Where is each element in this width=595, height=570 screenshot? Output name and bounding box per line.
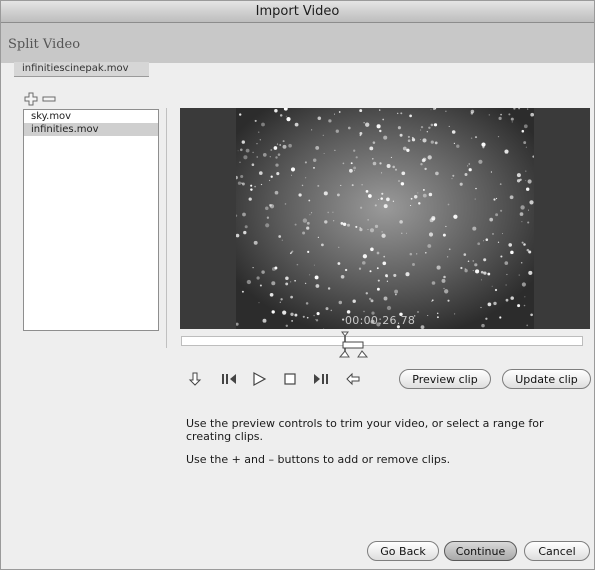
instructions: Use the preview controls to trim your vi… <box>186 417 581 476</box>
go-to-start-icon[interactable] <box>186 370 204 388</box>
timeline-scrubber[interactable] <box>181 336 583 346</box>
instruction-trim: Use the preview controls to trim your vi… <box>186 417 544 443</box>
transport-controls <box>186 370 366 388</box>
video-preview[interactable]: 00:00:26.78 <box>180 108 590 329</box>
page-title: Split Video <box>8 37 81 52</box>
import-video-window: Import Video Split Video infinitiescinep… <box>0 0 595 570</box>
file-tab[interactable]: infinitiescinepak.mov <box>14 62 149 77</box>
file-tab-label: infinitiescinepak.mov <box>22 63 129 74</box>
window-title: Import Video <box>255 4 340 19</box>
step-forward-icon[interactable] <box>312 370 330 388</box>
go-to-end-icon[interactable] <box>344 370 362 388</box>
clip-add-remove-controls <box>24 92 64 106</box>
clip-list-item-infinities[interactable]: infinities.mov <box>24 123 158 136</box>
title-bar[interactable]: Import Video <box>0 0 595 23</box>
update-clip-button[interactable]: Update clip <box>502 369 591 389</box>
step-back-icon[interactable] <box>220 370 238 388</box>
instruction-add-remove: Use the + and – buttons to add or remove… <box>186 453 451 466</box>
split-video-header: Split Video <box>0 23 595 63</box>
timecode-readout: 00:00:26.78 <box>345 314 416 327</box>
clip-list[interactable]: sky.mov infinities.mov <box>23 109 159 331</box>
play-icon[interactable] <box>250 370 268 388</box>
clip-list-item-sky[interactable]: sky.mov <box>24 110 158 123</box>
stop-icon[interactable] <box>281 370 299 388</box>
cancel-button[interactable]: Cancel <box>524 541 590 561</box>
starfield-video-frame <box>236 108 534 329</box>
panel-divider <box>166 108 167 348</box>
go-back-button[interactable]: Go Back <box>367 541 439 561</box>
minus-icon[interactable] <box>42 92 56 106</box>
playhead-handle[interactable] <box>332 330 376 358</box>
preview-clip-button[interactable]: Preview clip <box>399 369 491 389</box>
continue-button[interactable]: Continue <box>444 541 517 561</box>
plus-icon[interactable] <box>24 92 38 106</box>
